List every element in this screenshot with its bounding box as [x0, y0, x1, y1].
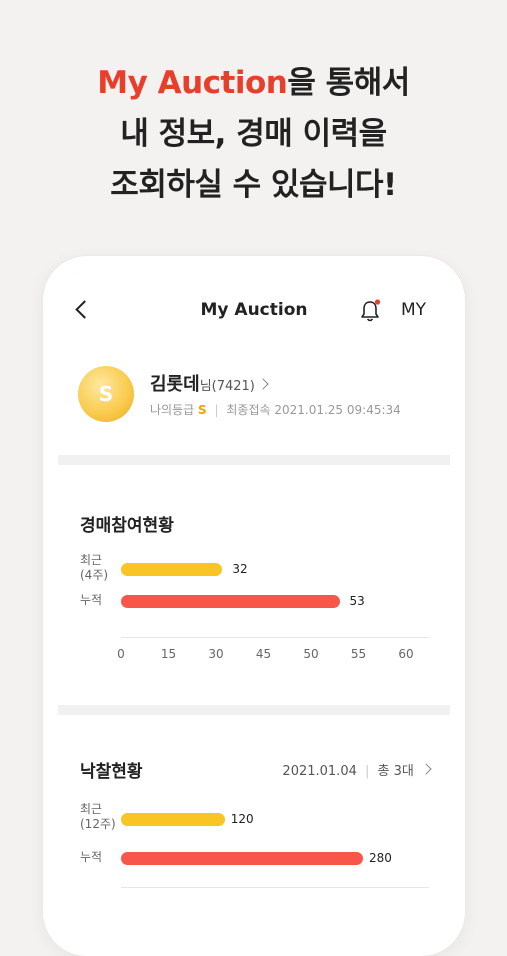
winning-date: 2021.01.04 [282, 764, 357, 779]
row-label-sub: (4주) [80, 568, 109, 582]
winning-value-recent: 120 [230, 812, 254, 826]
row-label-sub: (12주) [80, 817, 116, 831]
winning-row-label: 최근 (12주) [80, 802, 116, 832]
page-title: My Auction [200, 300, 308, 320]
user-name: 김롯데 [150, 374, 200, 395]
participation-bar-total [121, 595, 340, 608]
last-login-label: 최종접속 [226, 403, 271, 417]
axis-tick-label: 55 [350, 647, 367, 661]
axis-tick-label: 60 [398, 647, 414, 661]
headline-line-3: 조회하실 수 있습니다! [110, 167, 397, 203]
headline-line-1: My Auction을 통해서 [0, 58, 507, 109]
axis-line [121, 637, 429, 638]
row-label-line: 최근 [80, 802, 103, 816]
grade-avatar: S [78, 366, 134, 422]
row-label-line: 누적 [80, 850, 103, 864]
axis-tick-label: 0 [117, 647, 125, 661]
participation-value-total: 53 [349, 594, 365, 608]
my-menu-button[interactable]: MY [401, 300, 426, 320]
last-login-value: 2021.01.25 09:45:34 [274, 403, 401, 417]
axis-line [121, 887, 429, 888]
axis-tick-label: 15 [160, 647, 177, 661]
user-name-link[interactable]: 김롯데님(7421) [150, 370, 269, 396]
chevron-right-icon [257, 378, 269, 390]
axis-tick-label: 45 [255, 647, 272, 661]
headline-line-2: 내 정보, 경매 이력을 [120, 116, 387, 152]
winning-bar-recent [121, 813, 225, 826]
notification-dot [374, 299, 381, 305]
participation-row-label: 누적 [80, 593, 102, 608]
winning-bar-total [121, 852, 363, 865]
profile-meta: 나의등급 S | 최종접속 2021.01.25 09:45:34 [150, 401, 401, 418]
participation-bar-recent [121, 563, 223, 576]
participation-card: 경매참여현황 최근 (4주) 32 누적 53 0 15 30 45 50 55 60 [58, 465, 450, 705]
participation-row-label: 최근 (4주) [80, 553, 108, 583]
row-label-line: 누적 [80, 593, 103, 607]
grade-label: 나의등급 [150, 403, 195, 417]
profile-section: S 김롯데님(7421) 나의등급 S | 최종접속 2021.01.25 09… [58, 351, 450, 455]
winning-summary-link[interactable]: 2021.01.04 | 총 3대 [282, 760, 432, 779]
winning-row-label: 누적 [80, 850, 102, 865]
headline-line-1-rest: 을 통해서 [287, 65, 410, 101]
app-bar: My Auction MY [58, 271, 450, 351]
winning-title: 낙찰현황 [80, 762, 143, 782]
promo-headline: My Auction을 통해서 내 정보, 경매 이력을 조회하실 수 있습니다… [0, 58, 507, 211]
meta-divider: | [214, 403, 219, 417]
axis-tick-label: 50 [303, 647, 319, 661]
bell-icon[interactable] [358, 298, 382, 324]
grade-value: S [198, 403, 207, 417]
winning-value-total: 280 [369, 851, 392, 865]
row-label-line: 최근 [80, 553, 103, 567]
participation-value-recent: 32 [232, 562, 248, 576]
user-name-suffix: 님(7421) [199, 379, 255, 394]
app-screen: My Auction MY S 김롯데님(7421) 나의등급 S | 최종접속… [58, 271, 450, 931]
winning-total: 총 3대 [377, 764, 414, 779]
headline-accent: My Auction [97, 65, 288, 101]
chevron-right-icon [420, 763, 432, 775]
participation-title: 경매참여현황 [80, 516, 174, 536]
winning-divider: | [365, 764, 370, 779]
avatar-grade-letter: S [98, 382, 114, 406]
axis-tick-label: 30 [208, 647, 224, 661]
winning-card: 낙찰현황 2021.01.04 | 총 3대 최근 (12주) 120 누적 2… [58, 715, 450, 931]
